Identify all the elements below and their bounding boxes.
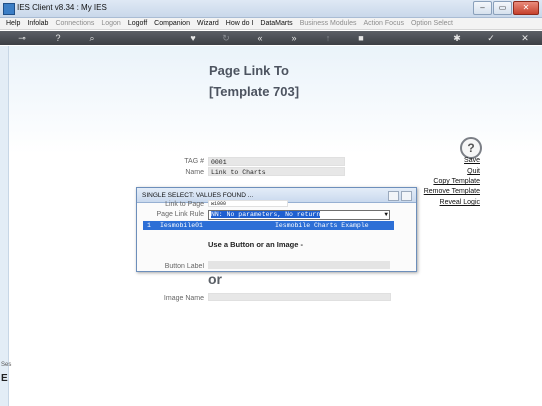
- title-bar: IES Client v8.34 : My IES – ▭ ✕: [0, 0, 542, 18]
- menu-datamarts[interactable]: DataMarts: [260, 18, 292, 29]
- tag-field[interactable]: 0001: [208, 157, 345, 166]
- dialog-close-button[interactable]: [401, 191, 412, 201]
- upload-icon[interactable]: ↑: [323, 33, 333, 43]
- menu-option-select[interactable]: Option Select: [411, 18, 453, 29]
- quit-link[interactable]: Quit: [467, 168, 480, 175]
- stop-icon[interactable]: ■: [356, 33, 366, 43]
- app-window: IES Client v8.34 : My IES – ▭ ✕ Help Inf…: [0, 0, 542, 406]
- link-to-page-field[interactable]: w1000: [208, 200, 288, 207]
- toolbar: ⊸ ? ⌕ ♥ ↻ « » ↑ ■ ✱ ✓ ✕: [0, 31, 542, 45]
- menu-infolab[interactable]: Infolab: [27, 18, 48, 29]
- window-title: IES Client v8.34 : My IES: [17, 3, 107, 12]
- remove-template-link[interactable]: Remove Template: [424, 188, 480, 195]
- key-icon[interactable]: ⊸: [12, 33, 32, 43]
- menu-how-do-i[interactable]: How do I: [226, 18, 254, 29]
- reveal-logic-link[interactable]: Reveal Logic: [440, 199, 480, 206]
- close-icon[interactable]: ✕: [520, 33, 530, 43]
- left-panel: [0, 46, 9, 406]
- app-icon: [3, 3, 15, 15]
- result-row[interactable]: 1 Iesmobile01 Iesmobile Charts Example: [143, 221, 394, 230]
- page-link-rule-select[interactable]: NN: No parameters, No return ▼: [208, 210, 390, 220]
- save-link[interactable]: Save: [464, 157, 480, 164]
- page-link-rule-value: NN: No parameters, No return: [211, 211, 321, 218]
- menu-business-modules[interactable]: Business Modules: [300, 18, 357, 29]
- help-circle-icon[interactable]: ?: [460, 137, 482, 159]
- button-or-image-text: Use a Button or an Image -: [208, 240, 304, 249]
- image-name-label: Image Name: [163, 295, 204, 302]
- left-e-label: E: [1, 373, 8, 384]
- close-button[interactable]: ✕: [513, 1, 539, 15]
- left-ses-label: Ses: [1, 362, 12, 368]
- menu-action-focus[interactable]: Action Focus: [364, 18, 404, 29]
- chevron-down-icon[interactable]: ▼: [384, 211, 388, 219]
- page-title: Page Link To: [209, 63, 289, 78]
- menu-companion[interactable]: Companion: [154, 18, 190, 29]
- image-name-field[interactable]: [208, 293, 391, 301]
- dialog-minimize-button[interactable]: [388, 191, 399, 201]
- page-link-rule-label: Page Link Rule: [156, 211, 204, 218]
- maximize-button[interactable]: ▭: [493, 1, 512, 15]
- or-text: or: [208, 271, 222, 287]
- button-label-label: Button Label: [164, 263, 204, 269]
- settings-icon[interactable]: ✱: [452, 33, 462, 43]
- forward-icon[interactable]: »: [289, 33, 299, 43]
- page-subtitle: [Template 703]: [209, 84, 300, 99]
- heart-icon[interactable]: ♥: [188, 33, 198, 43]
- link-to-page-label: Link to Page: [165, 201, 204, 208]
- menu-logon[interactable]: Logon: [101, 18, 120, 29]
- button-label-field[interactable]: [208, 261, 390, 269]
- result-index: 1: [147, 222, 151, 229]
- copy-template-link[interactable]: Copy Template: [433, 178, 480, 185]
- menu-bar: Help Infolab Connections Logon Logoff Co…: [0, 18, 542, 30]
- name-label: Name: [185, 169, 204, 176]
- result-description: Iesmobile Charts Example: [275, 222, 369, 229]
- help-icon[interactable]: ?: [53, 33, 63, 43]
- search-icon[interactable]: ⌕: [87, 33, 97, 43]
- name-field[interactable]: Link to Charts: [208, 167, 345, 176]
- menu-connections[interactable]: Connections: [55, 18, 94, 29]
- menu-wizard[interactable]: Wizard: [197, 18, 219, 29]
- minimize-button[interactable]: –: [473, 1, 492, 15]
- rewind-icon[interactable]: «: [255, 33, 265, 43]
- tag-label: TAG #: [184, 158, 204, 165]
- refresh-icon[interactable]: ↻: [221, 33, 231, 43]
- menu-logoff[interactable]: Logoff: [128, 18, 147, 29]
- result-code: Iesmobile01: [160, 222, 203, 229]
- menu-help[interactable]: Help: [6, 18, 20, 29]
- check-icon[interactable]: ✓: [486, 33, 496, 43]
